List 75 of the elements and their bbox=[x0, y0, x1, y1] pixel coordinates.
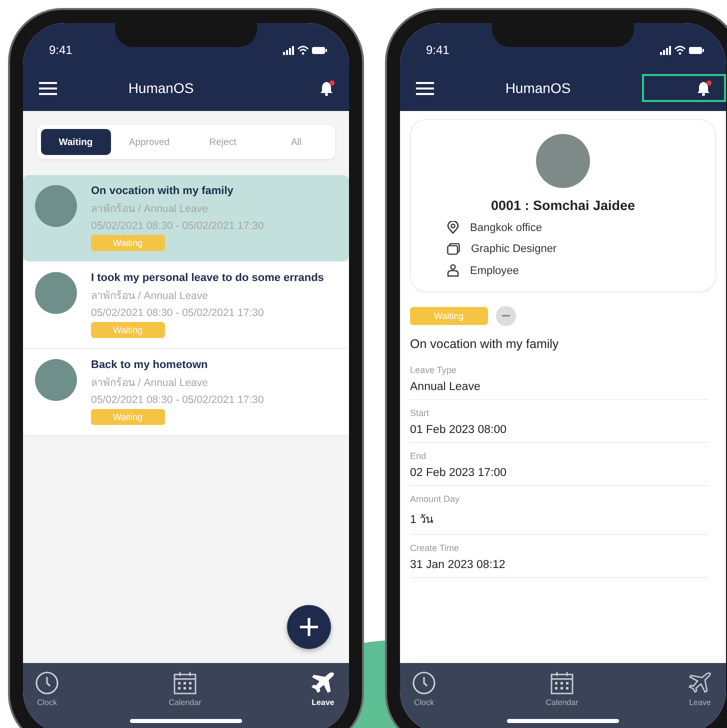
nav-label: Clock bbox=[36, 698, 57, 707]
status-icons bbox=[283, 45, 327, 55]
leave-type: ลาพักร้อน / Annual Leave bbox=[91, 202, 209, 217]
folder-icon bbox=[447, 243, 460, 255]
leave-period: 05/02/2021 08:30 - 05/02/2021 17:30 bbox=[91, 307, 265, 319]
minus-icon bbox=[502, 315, 510, 317]
app-title: HumanOS bbox=[128, 80, 194, 96]
photo-placeholder bbox=[35, 359, 77, 401]
nav-item[interactable]: Leave bbox=[688, 671, 712, 707]
field-value: Annual Leave bbox=[410, 381, 482, 393]
leave-type: ลาพักร้อน / Annual Leave bbox=[91, 376, 209, 391]
status-badge: Waiting bbox=[91, 409, 165, 425]
status-time: 9:41 bbox=[426, 43, 450, 57]
field-value: 1 วัน bbox=[410, 513, 435, 528]
app-title: HumanOS bbox=[505, 80, 571, 96]
field-label: Create Time bbox=[410, 543, 460, 553]
request-title: On vocation with my family bbox=[410, 337, 560, 351]
avatar-placeholder bbox=[536, 134, 590, 188]
status-badge: Waiting bbox=[91, 235, 165, 251]
field-value: 01 Feb 2023 08:00 bbox=[410, 424, 508, 436]
notification-button[interactable] bbox=[642, 74, 726, 102]
status-badge: Waiting bbox=[410, 307, 488, 325]
bell-icon bbox=[318, 80, 335, 96]
person-icon bbox=[447, 264, 459, 277]
add-button[interactable] bbox=[287, 605, 331, 649]
leave-period: 05/02/2021 08:30 - 05/02/2021 17:30 bbox=[91, 220, 264, 232]
nav-item[interactable]: Calendar bbox=[168, 671, 202, 707]
airplane-icon bbox=[311, 671, 335, 695]
filter-tab[interactable]: Waiting bbox=[41, 129, 110, 155]
calendar-icon bbox=[173, 671, 197, 695]
location-pin-icon bbox=[447, 221, 459, 234]
profile-info: Bangkok office bbox=[470, 222, 542, 234]
photo-placeholder bbox=[35, 185, 77, 227]
leave-request-item[interactable]: I took my personal leave to do some errands ลาพักร้อน / Annual Leave 05/02/2021 08:30 - 05/02/2021 17:30 Waiting bbox=[23, 262, 349, 349]
nav-label: Leave bbox=[312, 698, 334, 707]
menu-icon[interactable] bbox=[416, 82, 434, 94]
clock-icon bbox=[35, 671, 59, 695]
nav-item[interactable]: Clock bbox=[412, 671, 436, 707]
bell-icon bbox=[696, 80, 712, 96]
nav-label: Leave bbox=[689, 698, 711, 707]
field-value: 31 Jan 2023 08:12 bbox=[410, 559, 506, 571]
request-title: On vocation with my family bbox=[91, 185, 234, 197]
request-title: Back to my hometown bbox=[91, 359, 209, 371]
leave-period: 05/02/2021 08:30 - 05/02/2021 17:30 bbox=[91, 394, 264, 406]
status-icons bbox=[660, 45, 704, 55]
employee-name: 0001 : Somchai Jaidee bbox=[490, 198, 636, 213]
filter-tab[interactable]: Reject bbox=[188, 129, 258, 155]
nav-item[interactable]: Leave bbox=[311, 671, 335, 707]
collapse-button[interactable] bbox=[496, 306, 516, 326]
plus-icon bbox=[299, 617, 319, 637]
leave-request-item[interactable]: On vocation with my family ลาพักร้อน / Annual Leave 05/02/2021 08:30 - 05/02/2021 17:30 Waiting bbox=[23, 175, 349, 262]
profile-info: Graphic Designer bbox=[471, 243, 557, 255]
nav-item[interactable]: Calendar bbox=[546, 671, 578, 707]
clock-icon bbox=[412, 671, 436, 695]
nav-item[interactable]: Clock bbox=[35, 671, 59, 707]
profile-info: Employee bbox=[470, 264, 519, 276]
airplane-icon bbox=[688, 671, 712, 695]
photo-placeholder bbox=[35, 272, 77, 314]
field-value: 02 Feb 2023 17:00 bbox=[410, 467, 508, 479]
request-title: I took my personal leave to do some errands bbox=[91, 272, 324, 284]
nav-label: Calendar bbox=[168, 698, 202, 707]
field-label: Leave Type bbox=[410, 365, 458, 375]
field-label: Amount Day bbox=[410, 494, 461, 504]
status-time: 9:41 bbox=[49, 43, 72, 57]
leave-type: ลาพักร้อน / Annual Leave bbox=[91, 289, 209, 304]
field-label: End bbox=[410, 451, 428, 461]
menu-icon[interactable] bbox=[39, 82, 57, 94]
field-label: Start bbox=[410, 408, 430, 418]
nav-label: Clock bbox=[414, 698, 434, 707]
calendar-icon bbox=[550, 671, 574, 695]
leave-request-item[interactable]: Back to my hometown ลาพักร้อน / Annual Leave 05/02/2021 08:30 - 05/02/2021 17:30 Waiting bbox=[23, 349, 349, 436]
filter-tab[interactable]: Approved bbox=[114, 129, 184, 155]
filter-tab[interactable]: All bbox=[262, 129, 331, 155]
nav-label: Calendar bbox=[546, 698, 578, 707]
status-badge: Waiting bbox=[91, 322, 165, 338]
